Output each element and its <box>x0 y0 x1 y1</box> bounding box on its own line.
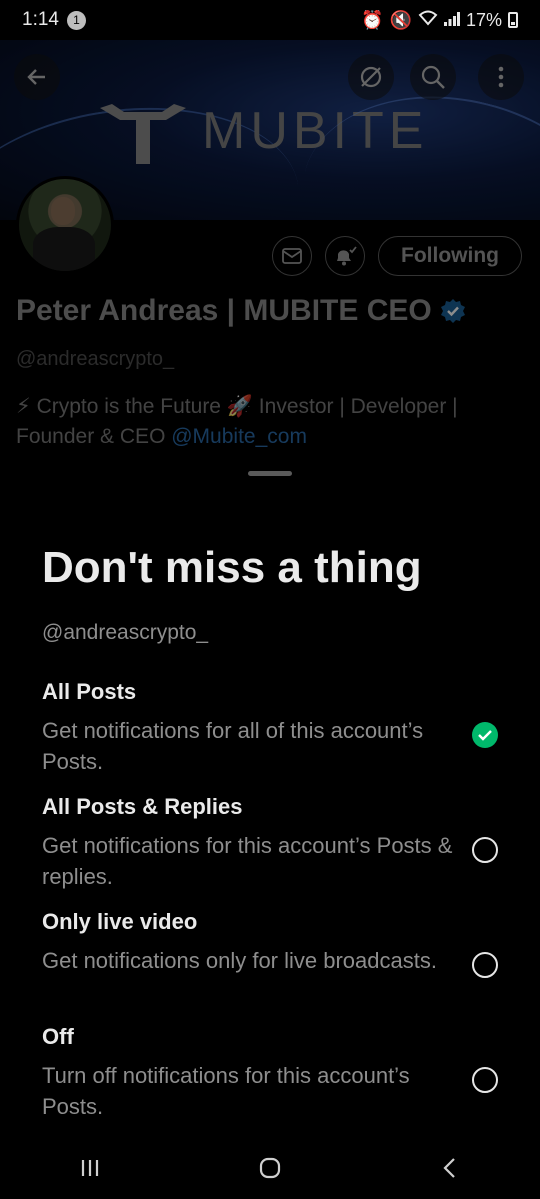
option-description: Get notifications only for live broadcas… <box>42 948 437 973</box>
message-button[interactable] <box>272 236 312 276</box>
radio-unchecked[interactable] <box>472 837 498 863</box>
recent-apps-button[interactable] <box>60 1148 120 1188</box>
back-arrow-icon <box>27 69 45 85</box>
avatar[interactable] <box>16 176 114 274</box>
profile-bio: ⚡ Crypto is the Future 🚀 Investor | Deve… <box>16 392 524 452</box>
option-title: Off <box>42 1024 74 1049</box>
check-icon <box>478 730 492 741</box>
mubite-mark-icon <box>100 104 186 164</box>
signal-icon <box>443 10 460 31</box>
profile-name-row: Peter Andreas | MUBITE CEO <box>16 294 466 328</box>
clock: 1:14 <box>22 9 59 30</box>
system-back-button[interactable] <box>420 1148 480 1188</box>
option-all-posts-replies[interactable]: All Posts & Replies Get notifications fo… <box>42 794 498 892</box>
more-icon <box>498 66 504 88</box>
status-bar: 1:14 1 ⏰ 🔇 17% <box>0 0 540 40</box>
option-only-live-video[interactable]: Only live video Get notifications only f… <box>42 909 498 978</box>
alarm-icon: ⏰ <box>361 9 384 30</box>
option-title: All Posts <box>42 679 137 704</box>
notification-settings-sheet: Don't miss a thing @andreascrypto_ All P… <box>0 455 540 1135</box>
home-icon <box>259 1157 281 1178</box>
radio-checked[interactable] <box>472 722 498 748</box>
status-left: 1:14 1 <box>22 9 86 31</box>
sheet-handle: @andreascrypto_ <box>42 621 209 644</box>
back-button[interactable] <box>14 54 60 100</box>
profile-handle: @andreascrypto_ <box>16 348 175 370</box>
crypto-icon <box>360 66 382 88</box>
wifi-icon <box>418 10 438 31</box>
notifications-button[interactable] <box>325 236 365 276</box>
brand-logo: MUBITE <box>100 98 428 164</box>
profile-name: Peter Andreas | MUBITE CEO <box>16 294 432 327</box>
mail-icon <box>282 248 302 264</box>
recent-apps-icon <box>81 1159 99 1176</box>
radio-unchecked[interactable] <box>472 1067 498 1093</box>
sheet-grabber[interactable] <box>248 471 292 476</box>
system-nav-bar <box>0 1136 540 1199</box>
bio-line-2: Founder & CEO @Mubite_com <box>16 422 524 452</box>
option-description: Turn off notifications for this account’… <box>42 1063 410 1119</box>
mute-icon: 🔇 <box>389 9 412 30</box>
brand-text: MUBITE <box>202 102 429 160</box>
sheet-title: Don't miss a thing <box>42 543 422 592</box>
battery-percent: 17% <box>465 9 502 30</box>
verified-badge-icon <box>440 299 465 323</box>
radio-unchecked[interactable] <box>472 952 498 978</box>
bio-prefix: Founder & CEO <box>16 425 172 448</box>
bell-check-icon <box>337 246 357 266</box>
search-button[interactable] <box>410 54 456 100</box>
avatar-body <box>33 227 95 271</box>
option-all-posts[interactable]: All Posts Get notifications for all of t… <box>42 679 498 777</box>
more-button[interactable] <box>478 54 524 100</box>
option-title: All Posts & Replies <box>42 794 243 819</box>
search-icon <box>421 65 445 89</box>
home-button[interactable] <box>240 1148 300 1188</box>
crypto-button[interactable] <box>348 54 394 100</box>
bio-line-1: ⚡ Crypto is the Future 🚀 Investor | Deve… <box>16 395 458 418</box>
option-description: Get notifications for all of this accoun… <box>42 718 424 774</box>
status-right: ⏰ 🔇 17% <box>361 10 518 31</box>
notification-count-icon: 1 <box>66 10 86 30</box>
back-icon <box>443 1157 455 1178</box>
option-description: Get notifications for this account’s Pos… <box>42 833 453 889</box>
option-title: Only live video <box>42 909 198 934</box>
avatar-head <box>51 197 75 225</box>
bio-mention-link[interactable]: @Mubite_com <box>171 425 307 448</box>
battery-icon <box>508 12 518 28</box>
option-off[interactable]: Off Turn off notifications for this acco… <box>42 1024 498 1122</box>
following-button[interactable]: Following <box>378 236 522 276</box>
